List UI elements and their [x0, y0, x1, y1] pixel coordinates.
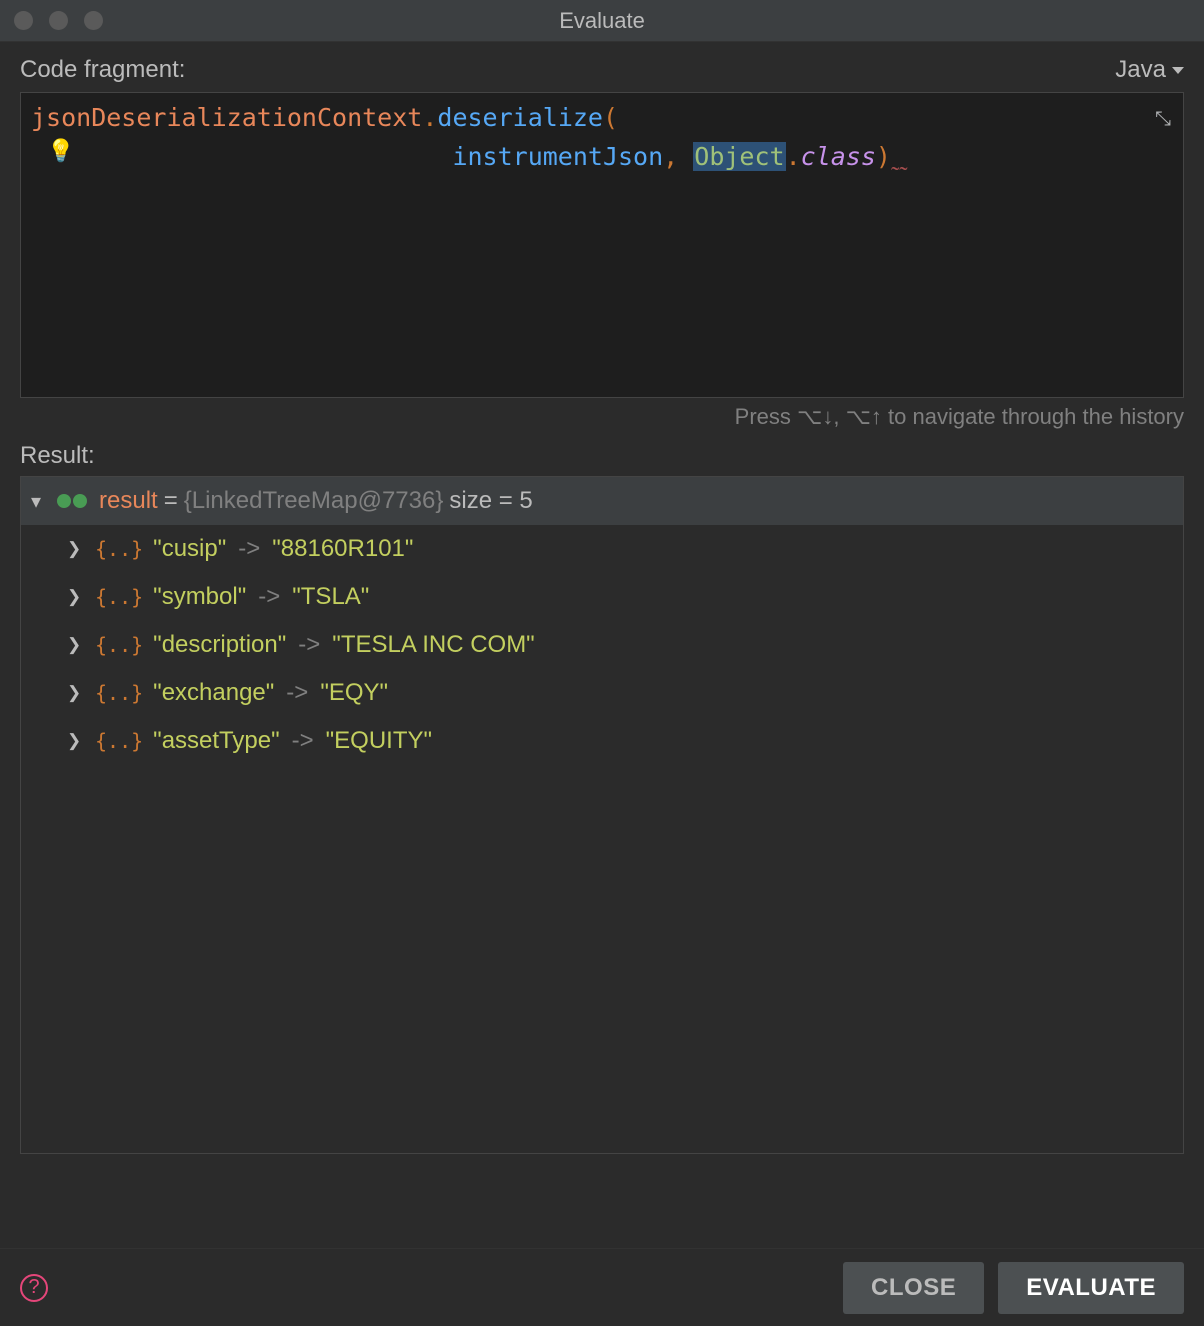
entry-value: "EQUITY" [326, 727, 432, 755]
traffic-lights [14, 11, 103, 30]
entry-key: "description" [153, 631, 286, 659]
entry-key: "assetType" [153, 727, 279, 755]
entry-value: "EQY" [320, 679, 388, 707]
entry-arrow: -> [298, 631, 320, 659]
expand-arrow-icon[interactable] [67, 539, 85, 559]
entry-value: "TESLA INC COM" [332, 631, 534, 659]
entry-key: "cusip" [153, 535, 226, 563]
code-editor[interactable]: jsonDeserializationContext.deserialize( … [20, 92, 1184, 398]
result-entry-row[interactable]: {..} "description" -> "TESLA INC COM" [21, 621, 1183, 669]
expand-arrow-icon[interactable] [67, 587, 85, 607]
entry-key: "exchange" [153, 679, 274, 707]
map-entry-icon: {..} [95, 585, 143, 609]
chevron-down-icon [1172, 67, 1184, 74]
expand-arrow-icon[interactable] [67, 683, 85, 703]
watch-icon [57, 494, 87, 508]
result-root-row[interactable]: result = {LinkedTreeMap@7736} size = 5 [21, 477, 1183, 525]
evaluate-button[interactable]: EVALUATE [998, 1262, 1184, 1314]
result-entry-row[interactable]: {..} "cusip" -> "88160R101" [21, 525, 1183, 573]
close-button[interactable]: CLOSE [843, 1262, 984, 1314]
intention-bulb-icon[interactable]: 💡 [47, 135, 74, 169]
language-label: Java [1115, 56, 1166, 84]
history-hint: Press ⌥↓, ⌥↑ to navigate through the his… [20, 404, 1184, 430]
maximize-window-button[interactable] [84, 11, 103, 30]
entry-value: "TSLA" [292, 583, 369, 611]
entry-key: "symbol" [153, 583, 246, 611]
entry-arrow: -> [238, 535, 260, 563]
entry-arrow: -> [258, 583, 280, 611]
collapse-editor-icon[interactable]: ⤡ [1155, 103, 1171, 134]
window-title: Evaluate [559, 8, 645, 34]
help-icon[interactable]: ? [20, 1274, 48, 1302]
dialog-footer: ? CLOSE EVALUATE [0, 1248, 1204, 1326]
expand-arrow-icon[interactable] [31, 489, 49, 514]
result-type: {LinkedTreeMap@7736} [184, 487, 444, 515]
minimize-window-button[interactable] [49, 11, 68, 30]
result-entry-row[interactable]: {..} "assetType" -> "EQUITY" [21, 717, 1183, 765]
result-entry-row[interactable]: {..} "symbol" -> "TSLA" [21, 573, 1183, 621]
code-fragment-label: Code fragment: [20, 56, 185, 84]
entry-arrow: -> [286, 679, 308, 707]
map-entry-icon: {..} [95, 633, 143, 657]
close-window-button[interactable] [14, 11, 33, 30]
result-entry-row[interactable]: {..} "exchange" -> "EQY" [21, 669, 1183, 717]
result-panel: result = {LinkedTreeMap@7736} size = 5 {… [20, 476, 1184, 1154]
expand-arrow-icon[interactable] [67, 635, 85, 655]
result-label: Result: [20, 442, 1184, 470]
map-entry-icon: {..} [95, 729, 143, 753]
language-selector[interactable]: Java [1115, 56, 1184, 84]
map-entry-icon: {..} [95, 537, 143, 561]
result-variable-name: result [99, 487, 158, 515]
title-bar: Evaluate [0, 0, 1204, 42]
expand-arrow-icon[interactable] [67, 731, 85, 751]
result-size: size = 5 [449, 487, 532, 515]
entry-value: "88160R101" [272, 535, 413, 563]
map-entry-icon: {..} [95, 681, 143, 705]
entry-arrow: -> [292, 727, 314, 755]
